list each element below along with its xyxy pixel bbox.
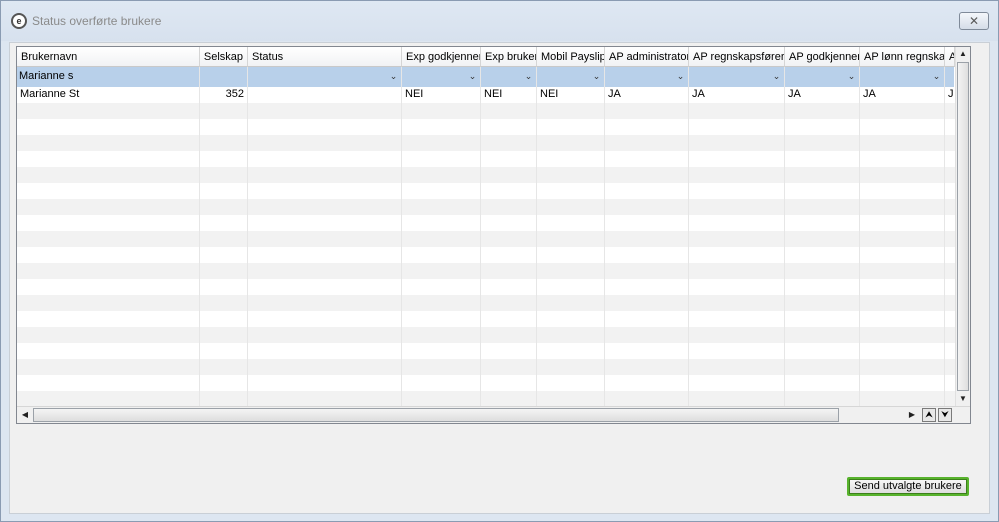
column-divider: [401, 67, 402, 406]
row-stripe: [17, 199, 955, 215]
column-divider: [199, 67, 200, 406]
column-header-8[interactable]: AP godkjenner: [785, 47, 860, 67]
column-divider: [859, 67, 860, 406]
scroll-left-icon[interactable]: ◀: [18, 408, 32, 422]
column-divider: [784, 67, 785, 406]
vertical-scroll-thumb[interactable]: [957, 62, 969, 391]
scroll-to-top-icon[interactable]: ⮝: [922, 408, 936, 422]
users-grid: Brukernavn Selskap Status Exp godkjenner Exp…: [16, 46, 971, 424]
column-header-9[interactable]: AP lønn regnskap: [860, 47, 945, 67]
column-header-5[interactable]: Mobil Payslip: [537, 47, 605, 67]
window-title: Status overførte brukere: [32, 14, 162, 28]
column-header-2[interactable]: Status: [248, 47, 402, 67]
filter-brukernavn-input[interactable]: Marianne s: [17, 67, 200, 87]
cell-status[interactable]: [248, 85, 402, 105]
row-stripe: [17, 263, 955, 279]
scroll-down-icon[interactable]: ▼: [956, 392, 970, 406]
cell-mobil_payslip[interactable]: NEI: [537, 85, 605, 105]
scroll-to-bottom-icon[interactable]: ⮟: [938, 408, 952, 422]
filter-cell-10[interactable]: [945, 67, 955, 87]
grid-viewport: Brukernavn Selskap Status Exp godkjenner Exp…: [17, 47, 955, 406]
title-bar: e Status overførte brukere ✕: [1, 1, 998, 41]
vertical-scrollbar[interactable]: ▲ ▼: [955, 47, 970, 406]
cell-ap_godkjenner[interactable]: JA: [785, 85, 860, 105]
cell-brukernavn[interactable]: Marianne St: [17, 85, 200, 105]
cell-exp_bruker[interactable]: NEI: [481, 85, 537, 105]
filter-dropdown-chevron-icon[interactable]: ⌄: [845, 70, 858, 83]
column-header-10[interactable]: A: [945, 47, 955, 67]
horizontal-scroll-thumb[interactable]: [33, 408, 839, 422]
row-stripe: [17, 167, 955, 183]
cell-ap_regnskapsforer[interactable]: JA: [689, 85, 785, 105]
filter-dropdown-chevron-icon[interactable]: ⌄: [930, 70, 943, 83]
column-header-6[interactable]: AP administrator: [605, 47, 689, 67]
column-divider: [536, 67, 537, 406]
row-stripe: [17, 231, 955, 247]
cell-exp_godkjenner[interactable]: NEI: [402, 85, 481, 105]
cell-selskap[interactable]: 352: [200, 85, 248, 105]
filter-cell-1[interactable]: [200, 67, 248, 87]
close-button[interactable]: ✕: [959, 12, 989, 30]
cell-ap_lonn_regnskap[interactable]: JA: [860, 85, 945, 105]
column-header-4[interactable]: Exp bruker: [481, 47, 537, 67]
filter-dropdown-chevron-icon[interactable]: ⌄: [387, 70, 400, 83]
row-stripe: [17, 327, 955, 343]
cell-extra[interactable]: J: [945, 85, 955, 105]
row-stripe: [17, 295, 955, 311]
horizontal-scrollbar[interactable]: ◀ ▶ ⮝ ⮟: [17, 406, 970, 423]
app-logo-icon: e: [11, 13, 27, 29]
filter-cell-2[interactable]: [248, 67, 402, 87]
column-divider: [944, 67, 945, 406]
column-header-7[interactable]: AP regnskapsfører: [689, 47, 785, 67]
row-stripe: [17, 391, 955, 406]
column-divider: [247, 67, 248, 406]
column-divider: [480, 67, 481, 406]
dialog-window: e Status overførte brukere ✕ Brukernavn S…: [0, 0, 999, 522]
column-header-0[interactable]: Brukernavn: [17, 47, 200, 67]
cell-ap_administrator[interactable]: JA: [605, 85, 689, 105]
send-selected-users-button[interactable]: Send utvalgte brukere: [847, 477, 969, 496]
filter-dropdown-chevron-icon[interactable]: ⌄: [590, 70, 603, 83]
row-stripe: [17, 359, 955, 375]
scroll-up-icon[interactable]: ▲: [956, 47, 970, 61]
scroll-right-icon[interactable]: ▶: [905, 408, 919, 422]
row-stripe: [17, 103, 955, 119]
column-divider: [688, 67, 689, 406]
column-header-3[interactable]: Exp godkjenner: [402, 47, 481, 67]
filter-dropdown-chevron-icon[interactable]: ⌄: [522, 70, 535, 83]
filter-dropdown-chevron-icon[interactable]: ⌄: [674, 70, 687, 83]
row-stripe: [17, 135, 955, 151]
column-divider: [604, 67, 605, 406]
filter-dropdown-chevron-icon[interactable]: ⌄: [770, 70, 783, 83]
filter-dropdown-chevron-icon[interactable]: ⌄: [466, 70, 479, 83]
column-header-1[interactable]: Selskap: [200, 47, 248, 67]
